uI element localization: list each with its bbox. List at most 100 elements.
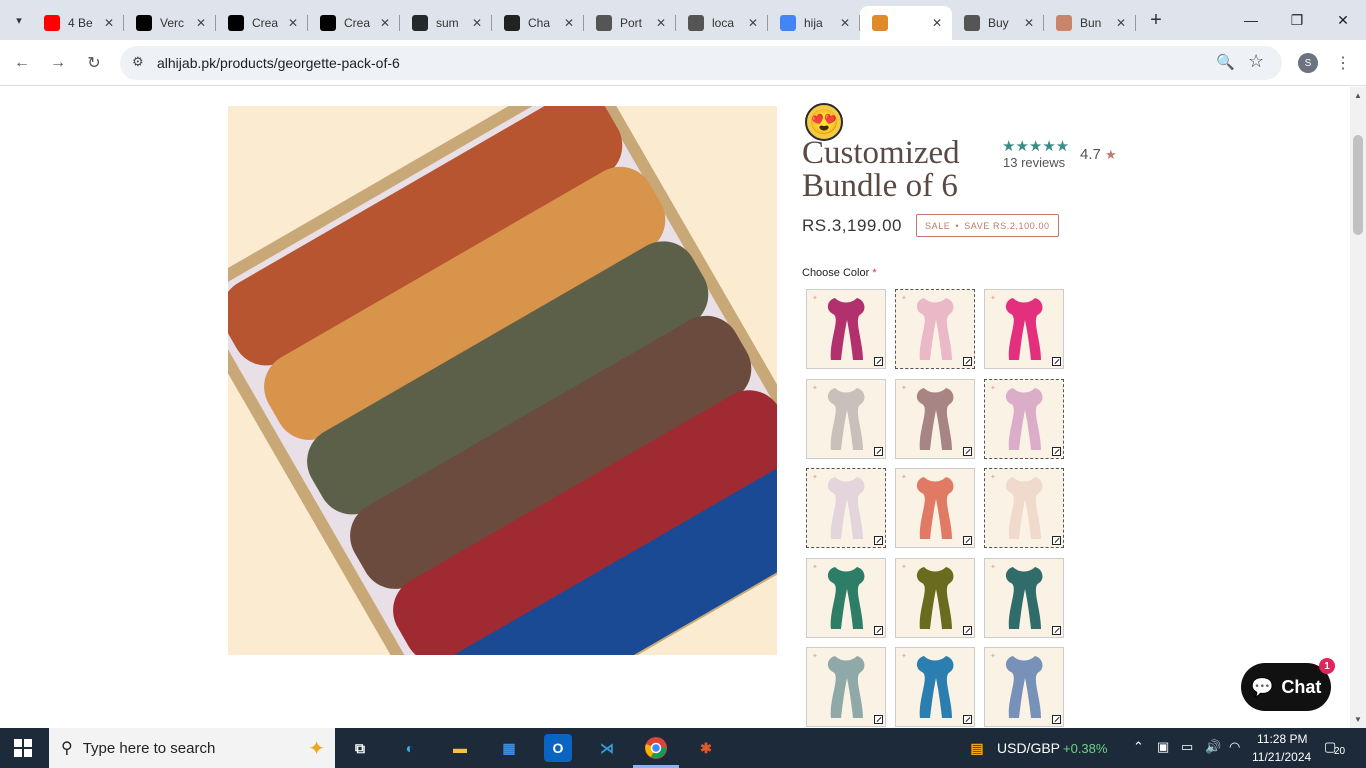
restore-button[interactable]: ❐: [1274, 0, 1320, 40]
tab-close-icon[interactable]: ✕: [470, 16, 484, 30]
minimize-button[interactable]: —: [1228, 0, 1274, 40]
tab-close-icon[interactable]: ✕: [194, 16, 208, 30]
tab-close-icon[interactable]: ✕: [838, 16, 852, 30]
tab-close-icon[interactable]: ✕: [1114, 16, 1128, 30]
zoom-in-icon[interactable]: [963, 446, 972, 456]
zoom-in-icon[interactable]: [1052, 715, 1061, 724]
color-swatch[interactable]: ✦: [984, 289, 1064, 369]
outlook-icon[interactable]: O: [544, 734, 572, 762]
tab-label: Cha: [528, 16, 551, 30]
browser-tab[interactable]: Crea ✕: [308, 6, 400, 40]
tab-close-icon[interactable]: ✕: [746, 16, 760, 30]
ticker-symbol[interactable]: USD/GBP: [997, 740, 1060, 756]
zoom-in-icon[interactable]: [874, 536, 883, 545]
back-button[interactable]: ←: [9, 50, 35, 76]
store-icon[interactable]: ▦: [495, 734, 523, 762]
color-swatch[interactable]: ✦: [806, 557, 886, 638]
reload-button[interactable]: ↻: [81, 50, 107, 76]
stocks-icon[interactable]: ▤: [963, 734, 991, 762]
chat-button[interactable]: 💬 Chat: [1241, 663, 1331, 711]
windows-start-icon[interactable]: [14, 739, 32, 757]
scrollbar-thumb[interactable]: [1353, 135, 1363, 235]
address-bar[interactable]: ⚙ alhijab.pk/products/georgette-pack-of-…: [120, 46, 1282, 80]
forward-button[interactable]: →: [45, 50, 71, 76]
browser-tab[interactable]: Verc ✕: [124, 6, 216, 40]
color-swatch[interactable]: ✦: [895, 647, 975, 727]
browser-tab[interactable]: loca ✕: [676, 6, 768, 40]
profile-avatar[interactable]: S: [1298, 53, 1318, 73]
new-tab-button[interactable]: +: [1142, 9, 1170, 32]
zoom-in-icon[interactable]: [874, 446, 883, 456]
zoom-in-icon[interactable]: [1052, 625, 1061, 635]
task-view-icon[interactable]: ⧉: [346, 734, 374, 762]
zoom-in-icon[interactable]: [874, 715, 883, 724]
clock-time[interactable]: 11:28 PM: [1257, 732, 1307, 746]
color-swatch[interactable]: ✦: [806, 468, 886, 548]
color-swatch[interactable]: ✦: [806, 647, 886, 727]
clock-date[interactable]: 11/21/2024: [1252, 750, 1311, 764]
url-text[interactable]: alhijab.pk/products/georgette-pack-of-6: [157, 55, 400, 71]
tab-close-icon[interactable]: ✕: [102, 16, 116, 30]
zoom-in-icon[interactable]: [963, 536, 972, 545]
volume-icon[interactable]: 🔊: [1205, 739, 1221, 755]
browser-tab[interactable]: 4 Be ✕: [32, 6, 124, 40]
close-window-button[interactable]: ✕: [1320, 0, 1366, 40]
tab-close-icon[interactable]: ✕: [378, 16, 392, 30]
color-swatch[interactable]: ✦: [806, 289, 886, 369]
tab-close-icon[interactable]: ✕: [562, 16, 576, 30]
scroll-down-arrow-icon[interactable]: ▼: [1354, 715, 1362, 724]
browser-tab[interactable]: Port ✕: [584, 6, 676, 40]
jupyter-icon[interactable]: ✱: [692, 734, 720, 762]
bookmark-star-icon[interactable]: ☆: [1248, 51, 1264, 72]
color-swatch[interactable]: ✦: [895, 378, 975, 459]
zoom-in-icon[interactable]: [1052, 536, 1061, 545]
tab-close-icon[interactable]: ✕: [654, 16, 668, 30]
vscode-icon[interactable]: ⋊: [593, 734, 621, 762]
tab-label: 4 Be: [68, 16, 93, 30]
zoom-in-icon[interactable]: [963, 625, 972, 635]
color-swatch[interactable]: ✦: [895, 289, 975, 369]
product-image[interactable]: [228, 106, 777, 655]
reviews-count[interactable]: 13 reviews: [1003, 155, 1065, 170]
browser-tab[interactable]: sum ✕: [400, 6, 492, 40]
color-swatch[interactable]: ✦: [984, 468, 1064, 548]
browser-tab[interactable]: ✕: [860, 6, 952, 40]
scroll-up-arrow-icon[interactable]: ▲: [1354, 91, 1362, 100]
zoom-in-icon[interactable]: [1052, 446, 1061, 456]
zoom-in-icon[interactable]: [1052, 357, 1061, 366]
file-explorer-icon[interactable]: ▬: [446, 734, 474, 762]
tab-close-icon[interactable]: ✕: [286, 16, 300, 30]
color-swatch[interactable]: ✦: [895, 557, 975, 638]
tab-close-icon[interactable]: ✕: [1022, 16, 1036, 30]
tab-close-icon[interactable]: ✕: [930, 16, 944, 30]
zoom-in-icon[interactable]: [963, 357, 972, 366]
page-scrollbar[interactable]: ▲ ▼: [1350, 87, 1366, 728]
site-info-icon[interactable]: ⚙: [132, 54, 144, 70]
color-swatch[interactable]: ✦: [806, 378, 886, 459]
zoom-icon[interactable]: 🔍: [1216, 53, 1235, 71]
zoom-in-icon[interactable]: [874, 625, 883, 635]
browser-menu-button[interactable]: ⋮: [1330, 50, 1356, 76]
edge-icon[interactable]: ◐: [396, 734, 424, 762]
taskbar-search-box[interactable]: ⚲ Type here to search ✦: [49, 728, 335, 768]
browser-tab[interactable]: hija ✕: [768, 6, 860, 40]
color-swatch[interactable]: ✦: [984, 557, 1064, 638]
copilot-sparkle-icon[interactable]: ✦: [308, 736, 325, 761]
browser-tab[interactable]: Crea ✕: [216, 6, 308, 40]
chrome-icon[interactable]: [642, 734, 670, 762]
tab-search-button[interactable]: ▾: [6, 7, 32, 33]
meet-icon[interactable]: ▣: [1157, 739, 1169, 755]
browser-tab[interactable]: Buy ✕: [952, 6, 1044, 40]
browser-tab[interactable]: Cha ✕: [492, 6, 584, 40]
zoom-in-icon[interactable]: [874, 357, 883, 366]
browser-tab[interactable]: Bun ✕: [1044, 6, 1136, 40]
rating-stars-icon[interactable]: ★★★★★: [1002, 137, 1069, 155]
battery-icon[interactable]: ▭: [1181, 739, 1193, 755]
color-swatch[interactable]: ✦: [895, 468, 975, 548]
wifi-icon[interactable]: ◠: [1229, 739, 1240, 755]
tab-label: sum: [436, 16, 459, 30]
color-swatch[interactable]: ✦: [984, 647, 1064, 727]
zoom-in-icon[interactable]: [963, 715, 972, 724]
color-swatch[interactable]: ✦: [984, 378, 1064, 459]
tray-overflow-icon[interactable]: ⌃: [1133, 739, 1144, 755]
